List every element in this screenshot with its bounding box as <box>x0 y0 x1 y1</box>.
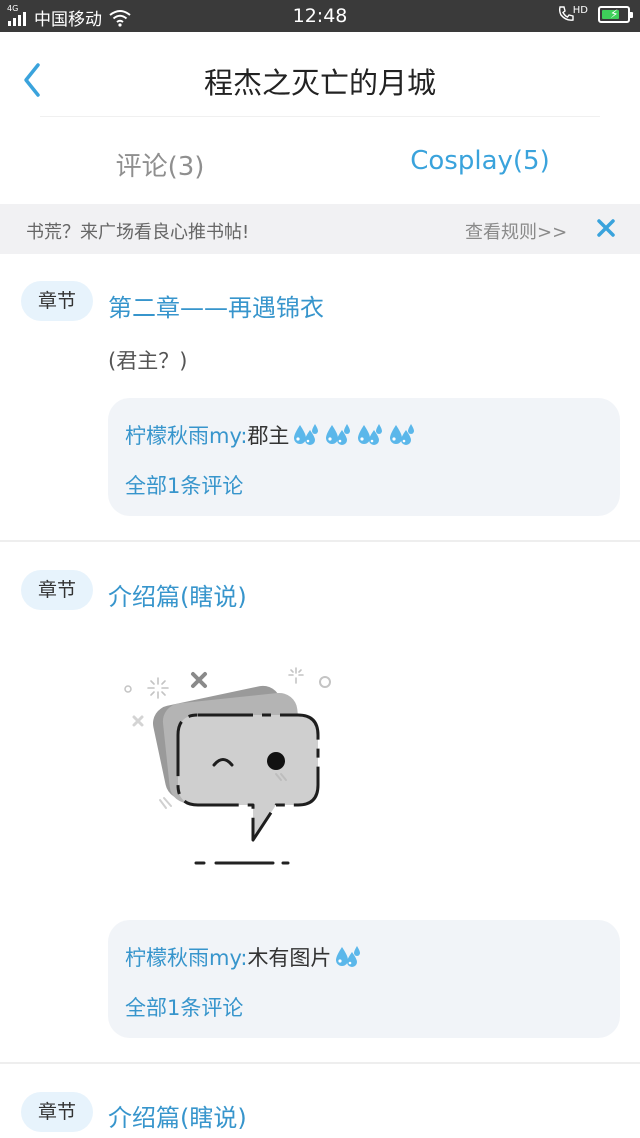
chapter-title[interactable]: 第二章——再遇锦衣 <box>108 288 324 323</box>
chapter-body-text: (君主？) <box>108 349 188 373</box>
battery-icon: ⚡ <box>598 5 633 23</box>
banner-close-button[interactable] <box>592 214 620 242</box>
chapter-title[interactable]: 介绍篇(瞎说) <box>108 577 247 612</box>
promo-banner: 书荒？来广场看良心推书帖! 查看规则>> <box>0 204 640 254</box>
tab-cosplay[interactable]: Cosplay(5) <box>320 118 640 204</box>
comment-line: 柠檬秋雨my: 木有图片 <box>125 942 363 972</box>
sweat-drop-icon <box>326 424 351 445</box>
sweat-drops-emoji <box>333 944 363 970</box>
status-right: HD ⚡ <box>557 5 633 23</box>
comment-text: 木有图片 <box>247 946 332 970</box>
tab-bar: 评论(3) Cosplay(5) <box>0 118 640 204</box>
section-divider <box>0 540 640 542</box>
page-title: 程杰之灭亡的月城 <box>203 66 436 100</box>
section-divider <box>0 1062 640 1064</box>
sweat-drop-icon <box>390 424 415 445</box>
chapter-badge: 章节 <box>21 1092 93 1132</box>
chapter-badge: 章节 <box>21 570 93 610</box>
charging-bolt-icon: ⚡ <box>610 6 619 21</box>
sweat-drop-icon <box>358 424 383 445</box>
sweat-drop-icon <box>294 424 319 445</box>
sweat-drop-icon <box>336 946 361 967</box>
comment-box[interactable]: 柠檬秋雨my: 木有图片 全部1条评论 <box>108 920 620 1038</box>
no-image-illustration <box>124 667 331 865</box>
all-comments-link[interactable]: 全部1条评论 <box>125 992 243 1022</box>
hd-label: HD <box>572 4 588 16</box>
all-comments-link[interactable]: 全部1条评论 <box>125 470 243 500</box>
status-bar: 4G 中国移动 12:48 HD ⚡ <box>0 0 640 32</box>
status-time: 12:48 <box>292 5 348 27</box>
banner-text: 书荒？来广场看良心推书帖! <box>26 222 250 243</box>
comment-box[interactable]: 柠檬秋雨my: 郡主 全部1条评论 <box>108 398 620 516</box>
phone-hd-icon: HD <box>557 5 588 23</box>
comment-line: 柠檬秋雨my: 郡主 <box>125 420 417 450</box>
comment-user[interactable]: 柠檬秋雨my: <box>125 420 247 450</box>
tab-comments[interactable]: 评论(3) <box>0 118 320 204</box>
close-icon <box>597 219 615 237</box>
nav-bar: 程杰之灭亡的月城 <box>0 32 640 118</box>
sweat-drops-emoji <box>291 422 417 448</box>
comment-text: 郡主 <box>247 424 290 448</box>
chapter-badge: 章节 <box>21 281 93 321</box>
comment-user[interactable]: 柠檬秋雨my: <box>125 942 247 972</box>
view-rules-link[interactable]: 查看规则>> <box>465 218 567 244</box>
chapter-title[interactable]: 介绍篇(瞎说) <box>108 1098 247 1133</box>
nav-divider <box>40 116 600 117</box>
